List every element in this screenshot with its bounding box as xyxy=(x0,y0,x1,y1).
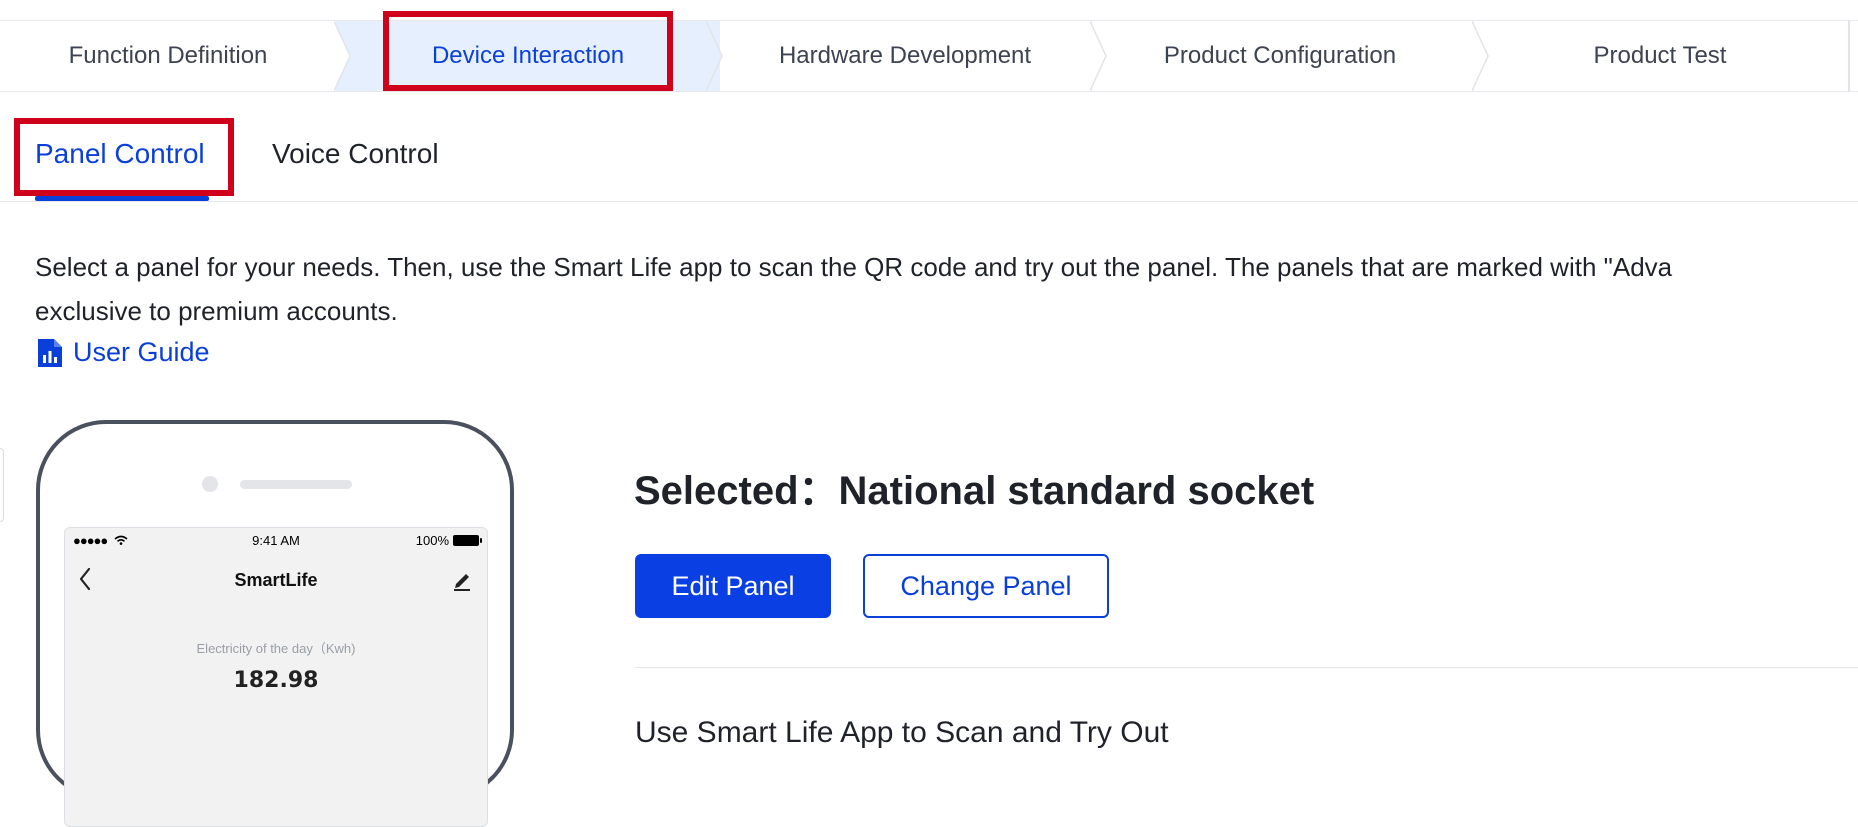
active-tab-indicator xyxy=(35,196,209,201)
step-end-divider xyxy=(1848,21,1850,91)
phone-preview: ●●●●● 9:41 AM 100% SmartLife Electricity… xyxy=(36,420,514,827)
control-tabs: Panel Control Voice Control xyxy=(0,118,1858,202)
step-device-interaction[interactable]: Device Interaction xyxy=(336,21,720,91)
step-label: Device Interaction xyxy=(431,42,625,69)
step-navigation: Function Definition Device Interaction H… xyxy=(0,20,1858,92)
tab-panel-control[interactable]: Panel Control xyxy=(35,138,205,170)
step-product-configuration[interactable]: Product Configuration xyxy=(1090,21,1470,91)
panel-description: Select a panel for your needs. Then, use… xyxy=(35,245,1858,333)
change-panel-button[interactable]: Change Panel xyxy=(863,554,1109,618)
phone-screen: ●●●●● 9:41 AM 100% SmartLife Electricity… xyxy=(64,527,488,827)
phone-status-bar: ●●●●● 9:41 AM 100% xyxy=(65,528,487,552)
step-label: Function Definition xyxy=(68,42,268,69)
edit-pencil-icon[interactable] xyxy=(451,568,473,592)
battery-icon xyxy=(453,535,482,546)
selected-panel-title: Selected：National standard socket xyxy=(634,469,1315,513)
scan-try-out-heading: Use Smart Life App to Scan and Try Out xyxy=(635,716,1169,749)
battery-status: 100% xyxy=(416,533,482,548)
section-divider xyxy=(635,667,1858,668)
phone-speaker xyxy=(240,480,352,489)
app-title: SmartLife xyxy=(234,570,318,590)
document-chart-icon xyxy=(38,338,62,367)
step-label: Hardware Development xyxy=(778,42,1032,69)
phone-camera xyxy=(202,476,218,492)
description-line-2: exclusive to premium accounts. xyxy=(35,296,398,326)
step-function-definition[interactable]: Function Definition xyxy=(0,21,336,91)
description-line-1: Select a panel for your needs. Then, use… xyxy=(35,252,1673,282)
step-hardware-development[interactable]: Hardware Development xyxy=(720,21,1090,91)
side-collapse-handle[interactable] xyxy=(0,448,4,522)
electricity-label: Electricity of the day（Kwh) xyxy=(196,641,356,656)
user-guide-label: User Guide xyxy=(73,337,210,367)
step-label: Product Test xyxy=(1593,42,1727,69)
tab-voice-control[interactable]: Voice Control xyxy=(272,138,439,170)
step-label: Product Configuration xyxy=(1163,42,1397,69)
app-header: SmartLife xyxy=(65,566,487,596)
user-guide-link[interactable]: User Guide xyxy=(37,337,210,368)
step-separator-chevron xyxy=(1090,21,1107,91)
step-separator-chevron xyxy=(1472,21,1489,91)
step-product-test[interactable]: Product Test xyxy=(1470,21,1850,91)
edit-panel-button[interactable]: Edit Panel xyxy=(635,554,831,618)
step-separator-chevron xyxy=(334,21,351,91)
step-separator-chevron xyxy=(706,21,723,91)
electricity-value: 182.98 xyxy=(233,668,319,693)
